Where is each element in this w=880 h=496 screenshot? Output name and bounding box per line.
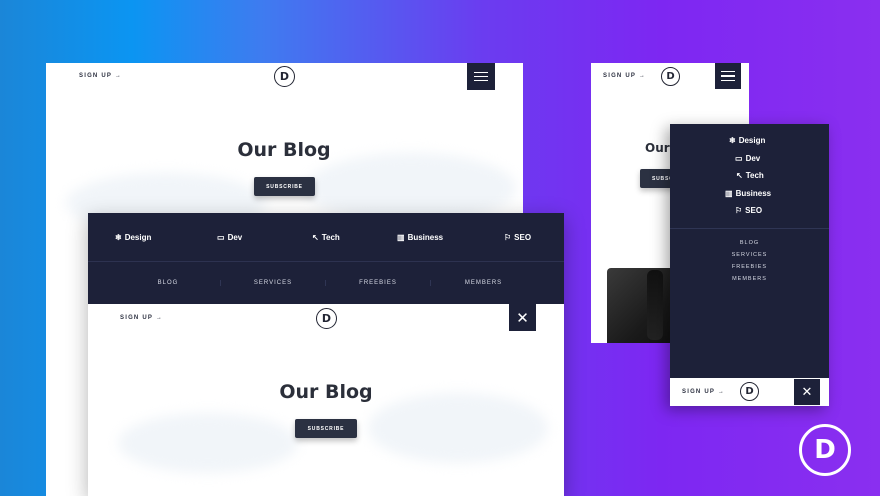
hamburger-line	[721, 71, 735, 73]
monitor-icon: ▭	[217, 233, 225, 242]
hamburger-line	[474, 80, 488, 82]
category-label: Dev	[745, 154, 761, 163]
nav-link-members[interactable]: MEMBERS	[431, 280, 536, 286]
secondary-nav-bar: BLOG SERVICES FREEBIES MEMBERS	[88, 262, 564, 304]
close-icon: ✕	[801, 384, 813, 399]
category-business[interactable]: ▥ Business	[397, 233, 443, 242]
mobile-link-members[interactable]: MEMBERS	[670, 276, 829, 282]
category-label: SEO	[514, 233, 532, 242]
nav-link-freebies[interactable]: FREEBIES	[326, 280, 431, 286]
chart-icon: ▥	[397, 233, 405, 242]
page-title: Our Blog	[237, 139, 331, 161]
category-dev[interactable]: ▭ Dev	[217, 233, 242, 242]
logo-letter: D	[321, 312, 332, 325]
mobile-menu-panel: ❄ Design ▭ Dev ↖ Tech ▥ Business ⚐ SEO B…	[670, 124, 829, 406]
chart-icon: ▥	[725, 189, 733, 198]
mobile-link-services[interactable]: SERVICES	[670, 252, 829, 258]
hamburger-line	[721, 75, 735, 77]
close-icon: ✕	[516, 309, 529, 327]
hamburger-line	[721, 79, 735, 81]
design-icon: ❄	[115, 233, 122, 242]
mobile-category-design[interactable]: ❄ Design	[729, 136, 765, 145]
category-design[interactable]: ❄ Design	[115, 233, 151, 242]
mobile-category-business[interactable]: ▥ Business	[725, 189, 771, 198]
design-icon: ❄	[729, 136, 736, 145]
category-label: Dev	[227, 233, 243, 242]
mobile-category-dev[interactable]: ▭ Dev	[735, 154, 760, 163]
desktop-menu-page: ❄ Design ▭ Dev ↖ Tech ▥ Business ⚐ SEO B…	[88, 213, 564, 496]
divi-logo[interactable]: D	[661, 67, 680, 86]
category-label: SEO	[745, 206, 763, 215]
hamburger-menu-button[interactable]	[715, 63, 741, 89]
menu-divider	[670, 228, 829, 229]
cursor-icon: ↖	[312, 233, 319, 242]
mobile-category-seo[interactable]: ⚐ SEO	[735, 206, 762, 215]
mobile-link-blog[interactable]: BLOG	[670, 240, 829, 246]
category-tech[interactable]: ↖ Tech	[312, 233, 340, 242]
category-label: Business	[407, 233, 444, 242]
signup-link[interactable]: SIGN UP →	[682, 389, 725, 395]
page-title: Our Blog	[279, 381, 373, 403]
divi-brand-logo: D	[799, 424, 851, 476]
divi-logo[interactable]: D	[316, 308, 337, 329]
logo-letter: D	[745, 386, 754, 397]
signup-link[interactable]: SIGN UP →	[603, 73, 646, 79]
category-label: Business	[735, 189, 772, 198]
logo-letter: D	[666, 71, 675, 82]
logo-letter: D	[279, 70, 290, 83]
category-label: Tech	[321, 233, 340, 242]
category-nav-bar: ❄ Design ▭ Dev ↖ Tech ▥ Business ⚐ SEO	[88, 213, 564, 262]
nav-link-services[interactable]: SERVICES	[221, 280, 326, 286]
signup-link[interactable]: SIGN UP →	[120, 315, 163, 321]
monitor-icon: ▭	[735, 154, 743, 163]
category-label: Tech	[745, 171, 764, 180]
hamburger-menu-button[interactable]	[467, 63, 495, 90]
mobile-category-tech[interactable]: ↖ Tech	[736, 171, 764, 180]
subscribe-button[interactable]: SUBSCRIBE	[295, 419, 357, 438]
category-seo[interactable]: ⚐ SEO	[504, 233, 531, 242]
hamburger-line	[474, 75, 488, 78]
subscribe-button[interactable]: SUBSCRIBE	[254, 177, 315, 196]
mobile-link-freebies[interactable]: FREEBIES	[670, 264, 829, 270]
signup-link[interactable]: SIGN UP →	[79, 73, 122, 79]
person-silhouette	[647, 270, 663, 340]
nav-link-blog[interactable]: BLOG	[116, 280, 221, 286]
close-menu-button[interactable]: ✕	[509, 304, 536, 331]
mobile-menu-footer: SIGN UP → D ✕	[670, 378, 829, 406]
seo-icon: ⚐	[504, 233, 512, 242]
category-label: Design	[124, 233, 152, 242]
category-label: Design	[738, 136, 766, 145]
cursor-icon: ↖	[736, 171, 743, 180]
divi-logo[interactable]: D	[740, 382, 759, 401]
hamburger-line	[474, 71, 488, 73]
close-menu-button[interactable]: ✕	[794, 379, 820, 405]
seo-icon: ⚐	[735, 206, 743, 215]
divi-logo[interactable]: D	[274, 66, 295, 87]
brand-letter: D	[814, 435, 836, 465]
